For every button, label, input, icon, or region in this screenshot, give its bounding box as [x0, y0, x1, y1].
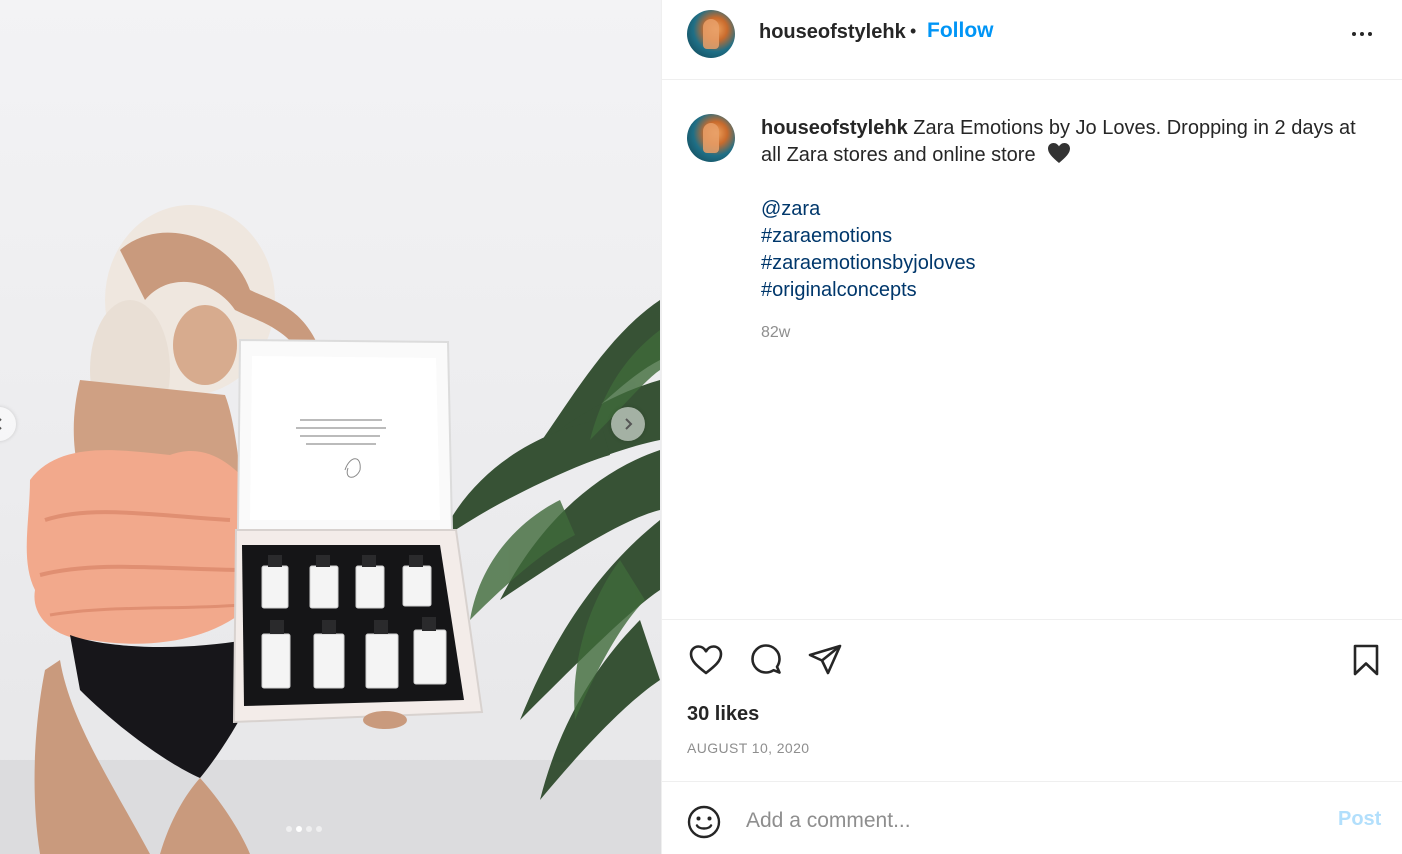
- separator-dot: •: [910, 21, 917, 41]
- comment-button[interactable]: [746, 640, 786, 680]
- like-button[interactable]: [686, 640, 726, 680]
- bookmark-icon: [1353, 644, 1379, 676]
- paper-plane-icon: [808, 644, 842, 675]
- share-button[interactable]: [805, 640, 845, 680]
- caption-body: houseofstylehk Zara Emotions by Jo Loves…: [761, 115, 1371, 304]
- chevron-right-icon: [625, 418, 633, 430]
- carousel-dot: [316, 826, 322, 832]
- post-header: houseofstylehk • Follow: [662, 0, 1402, 80]
- carousel-dot: [286, 826, 292, 832]
- post-sidebar: houseofstylehk • Follow houseofstylehk Z…: [661, 0, 1402, 854]
- carousel-next-button[interactable]: [611, 407, 645, 441]
- black-heart-icon: [1048, 143, 1071, 163]
- caption-tags: @zara #zaraemotions #zaraemotionsbyjolov…: [761, 196, 1371, 304]
- caption-avatar[interactable]: [687, 114, 735, 162]
- hashtag-link[interactable]: #originalconcepts: [761, 277, 1371, 304]
- hashtag-link[interactable]: #zaraemotions: [761, 223, 1371, 250]
- likes-count[interactable]: 30 likes: [687, 703, 759, 726]
- mention-link[interactable]: @zara: [761, 196, 1371, 223]
- more-dot: [1368, 32, 1372, 36]
- divider: [662, 619, 1402, 620]
- follow-button[interactable]: Follow: [927, 19, 994, 43]
- avatar[interactable]: [687, 10, 735, 58]
- post-dialog: houseofstylehk • Follow houseofstylehk Z…: [0, 0, 1402, 854]
- post-media[interactable]: [0, 0, 661, 854]
- comment-bubble-icon: [751, 644, 781, 674]
- comment-input[interactable]: [746, 802, 1306, 840]
- heart-outline-icon: [689, 645, 723, 675]
- save-button[interactable]: [1346, 640, 1386, 680]
- more-horizontal-icon: [1352, 32, 1356, 36]
- smiley-icon[interactable]: [686, 804, 722, 840]
- carousel-dot-active: [296, 826, 302, 832]
- chevron-left-icon: [0, 418, 2, 430]
- post-photo: [0, 205, 661, 854]
- carousel-indicator: [286, 826, 322, 832]
- post-date[interactable]: AUGUST 10, 2020: [687, 740, 809, 756]
- caption-username-link[interactable]: houseofstylehk: [761, 117, 908, 139]
- carousel-dot: [306, 826, 312, 832]
- hashtag-link[interactable]: #zaraemotionsbyjoloves: [761, 250, 1371, 277]
- comment-bar: Post: [662, 781, 1402, 854]
- more-dot: [1360, 32, 1364, 36]
- more-options-button[interactable]: [1342, 20, 1382, 48]
- caption-time-ago[interactable]: 82w: [761, 324, 790, 342]
- header-username-link[interactable]: houseofstylehk: [759, 21, 906, 44]
- post-comment-button[interactable]: Post: [1338, 808, 1381, 831]
